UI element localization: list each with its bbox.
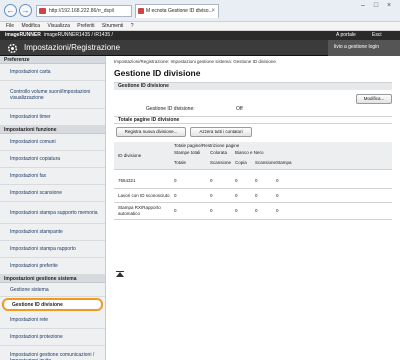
table-cell: 0 [210, 193, 213, 198]
table-col-color: Colorata [210, 150, 228, 155]
gear-icon [7, 43, 18, 54]
sidebar-item-communications[interactable]: Impostazioni gestione comunicazioni / Im… [0, 346, 105, 360]
status-value: Off [236, 106, 243, 112]
site-icon [39, 8, 46, 14]
table-divider [114, 169, 392, 170]
model-full: imageRUNNER1435 / iR1435 / [44, 32, 113, 38]
table-row-id: Lavori con ID sconosciuto [118, 193, 170, 198]
table-col-id: ID divisione [118, 153, 142, 158]
table-header-bg [114, 142, 392, 169]
sidebar-item-volume[interactable]: Controllo volume suoni/Impostazioni visu… [0, 81, 105, 109]
table-row-divider [114, 219, 392, 220]
sidebar-item-system[interactable]: Gestione sistema [0, 283, 105, 297]
table-cell: 0 [276, 208, 279, 213]
table-group-header: Totale pagine/Restrizione pagine [174, 143, 240, 148]
page-top-icon[interactable] [116, 272, 124, 277]
table-row-id: Stampa RX/Rapporto automatico [118, 205, 161, 216]
maximize-icon[interactable]: □ [371, 2, 381, 9]
sidebar-item-favorites[interactable]: Impostazioni preferite [0, 258, 105, 275]
reset-counters-button[interactable]: Azzera tutti i contatori [190, 127, 252, 137]
table-cell: 0 [210, 208, 213, 213]
table-col-total-prints: Stampe totali [174, 150, 201, 155]
content-title: Gestione ID divisione [114, 68, 201, 78]
browser-tab[interactable]: M ecnota Gestione ID diviso... × [135, 4, 219, 18]
menu-edit[interactable]: Modifica [21, 23, 40, 29]
sidebar-section-system: Impostazioni gestione sistema [0, 275, 105, 283]
sidebar-item-printer[interactable]: Impostazioni stampante [0, 224, 105, 241]
modify-button[interactable]: Modifica... [356, 94, 392, 104]
address-text: http://192.168.222.86/rr_dsp/i [49, 8, 115, 14]
sidebar-item-scan[interactable]: Impostazioni scansione [0, 185, 105, 202]
table-sub-total: Totale [174, 160, 187, 165]
tab-title: M ecnota Gestione ID diviso... [146, 8, 213, 14]
table-cell: 0 [276, 178, 279, 183]
menu-favorites[interactable]: Preferiti [77, 23, 94, 29]
table-cell: 0 [210, 178, 213, 183]
sidebar-item-report[interactable]: Impostazioni stampa rapporto [0, 241, 105, 258]
section-header: Gestione ID divisione [114, 82, 392, 90]
table-cell: 0 [235, 178, 238, 183]
portal-link[interactable]: A portale [336, 31, 356, 40]
table-cell: 0 [255, 208, 258, 213]
forward-arrow-icon[interactable]: → [19, 4, 32, 17]
sidebar-item-paper[interactable]: Impostazioni carta [0, 64, 105, 81]
department-table: Totale pagine/Restrizione pagine ID divi… [114, 142, 392, 250]
browser-titlebar: ← → http://192.168.222.86/rr_dsp/i M ecn… [0, 0, 400, 22]
register-division-button[interactable]: Registra nuova divisione... [116, 127, 186, 137]
status-label: Gestione ID divisione: [146, 106, 195, 112]
sidebar-section-preferences: Preferenze [0, 56, 105, 64]
page-title: Impostazioni/Registrazione [24, 43, 121, 52]
sidebar: Preferenze Impostazioni carta Controllo … [0, 56, 106, 360]
sidebar-item-network[interactable]: Impostazioni rete [0, 312, 105, 329]
table-cell: 0 [255, 178, 258, 183]
breadcrumb: Impostazioni/Registrazione: Impostazioni… [114, 59, 276, 64]
address-bar[interactable]: http://192.168.222.86/rr_dsp/i [36, 5, 132, 17]
sidebar-item-security[interactable]: Impostazioni protezione [0, 329, 105, 346]
menu-tools[interactable]: Strumenti [102, 23, 123, 29]
printer-header: imageRUNNER imageRUNNER1435 / iR1435 / A… [0, 31, 400, 40]
home-link[interactable]: livio a gestione login [334, 44, 379, 50]
page-header: Impostazioni/Registrazione livio a gesti… [0, 40, 400, 56]
table-col-bw: Bianco e Nero [235, 150, 264, 155]
table-row-divider [114, 188, 392, 189]
table-sub-scan: Scansione [210, 160, 232, 165]
close-window-icon[interactable]: × [384, 2, 394, 9]
menu-bar: File Modifica Visualizza Preferiti Strum… [0, 22, 400, 31]
back-arrow-icon[interactable]: ← [4, 4, 17, 17]
sidebar-item-timer[interactable]: Impostazioni timer [0, 109, 105, 126]
table-cell: 0 [235, 208, 238, 213]
sidebar-item-copy[interactable]: Impostazioni copiatura [0, 151, 105, 168]
menu-view[interactable]: Visualizza [47, 23, 69, 29]
minimize-icon[interactable]: – [358, 2, 368, 9]
totals-header: Totale pagine ID divisione [114, 116, 392, 124]
table-sub-copy: Copia [235, 160, 247, 165]
table-cell: 0 [255, 193, 258, 198]
model-name: imageRUNNER [5, 32, 41, 38]
sidebar-item-common[interactable]: Impostazioni comuni [0, 134, 105, 151]
table-cell: 0 [174, 178, 177, 183]
close-tab-icon[interactable]: × [211, 5, 215, 18]
table-row-divider [114, 202, 392, 203]
main-content: Impostazioni/Registrazione: Impostazioni… [106, 56, 400, 360]
table-row-id[interactable]: 7654321 [118, 178, 136, 183]
table-cell: 0 [235, 193, 238, 198]
table-sub-print: Stampa [276, 160, 292, 165]
table-cell: 0 [174, 193, 177, 198]
logout-link[interactable]: Esci [372, 31, 381, 40]
sidebar-item-dept-id[interactable]: Gestione ID divisione [2, 298, 103, 311]
sidebar-item-fax[interactable]: Impostazioni fax [0, 168, 105, 185]
table-cell: 0 [276, 193, 279, 198]
table-cell: 0 [174, 208, 177, 213]
table-sub-scan2: Scansione [255, 160, 277, 165]
sidebar-item-memory-print[interactable]: Impostazioni stampa supporto memoria [0, 202, 105, 224]
sidebar-section-functions: Impostazioni funzione [0, 126, 105, 134]
tab-favicon-icon [138, 8, 144, 14]
menu-help[interactable]: ? [131, 23, 134, 29]
menu-file[interactable]: File [6, 23, 14, 29]
